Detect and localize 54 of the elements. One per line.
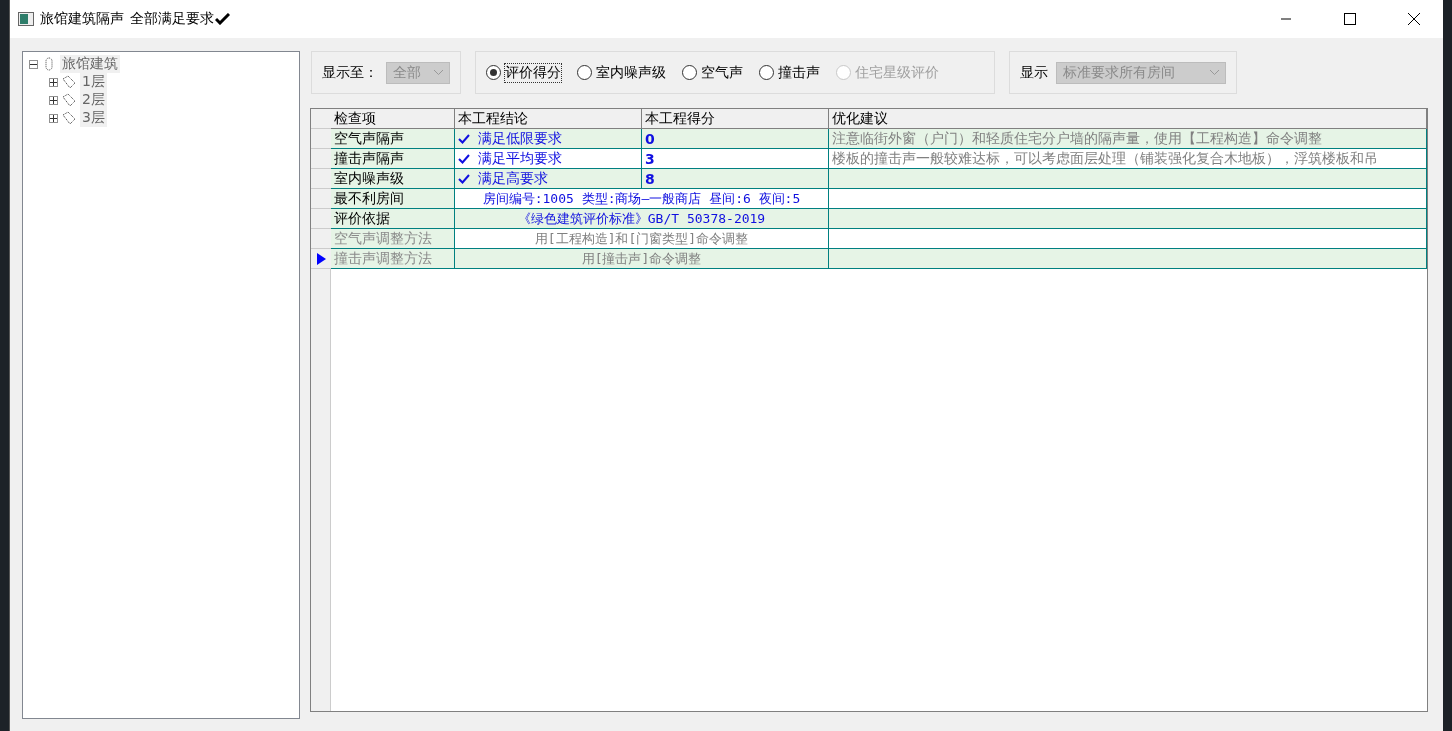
app-icon — [18, 12, 34, 26]
radio-option[interactable]: 室内噪声级 — [577, 63, 666, 82]
table-cell: 最不利房间 — [331, 189, 455, 209]
table-cell: 楼板的撞击声一般较难达标，可以考虑面层处理（铺装强化复合木地板），浮筑楼板和吊 — [829, 149, 1427, 169]
radio-option[interactable]: 撞击声 — [759, 63, 820, 82]
plus-icon — [50, 114, 57, 122]
table-cell: 空气声隔声 — [331, 129, 455, 149]
table-cell: 撞击声隔声 — [331, 149, 455, 169]
show-to-label: 显示至： — [322, 63, 378, 82]
table-cell: 评价依据 — [331, 209, 455, 229]
column-header: 检查项 — [331, 109, 455, 129]
collapse-toggle[interactable] — [29, 59, 38, 69]
expand-toggle[interactable] — [49, 113, 58, 123]
expand-toggle[interactable] — [49, 77, 58, 87]
table-cell: 空气声调整方法 — [331, 229, 455, 249]
display-label: 显示 — [1020, 63, 1048, 82]
window-status: 全部满足要求 — [130, 10, 214, 28]
radio-option[interactable]: 评价得分 — [486, 63, 561, 82]
chevron-down-icon — [1210, 70, 1219, 75]
corner-header — [311, 109, 331, 129]
window-title: 旅馆建筑隔声 — [40, 10, 124, 28]
table-cell: 《绿色建筑评价标准》GB/T 50378-2019 — [455, 209, 829, 229]
conclusion-text: 满足低限要求 — [478, 129, 562, 148]
chevron-down-icon — [434, 70, 443, 75]
conclusion-text: 满足高要求 — [478, 169, 548, 188]
table-cell: 室内噪声级 — [331, 169, 455, 189]
table-cell: 3 — [642, 149, 829, 169]
table-cell: 撞击声调整方法 — [331, 249, 455, 269]
plus-icon — [50, 78, 57, 86]
column-header: 本工程得分 — [642, 109, 829, 129]
conclusion-text: 满足平均要求 — [478, 149, 562, 168]
table-cell: 0 — [642, 129, 829, 149]
column-header: 本工程结论 — [455, 109, 642, 129]
close-icon — [1408, 13, 1420, 25]
tree-item[interactable]: 旅馆建筑 — [60, 55, 120, 73]
maximize-icon — [1344, 13, 1356, 25]
current-row-icon — [316, 252, 326, 265]
tag-icon — [61, 111, 77, 125]
tree-item[interactable]: 2层 — [80, 91, 107, 109]
minimize-icon — [1281, 18, 1291, 20]
radio-option[interactable]: 空气声 — [682, 63, 743, 82]
expand-toggle[interactable] — [49, 95, 58, 105]
tag-icon — [61, 75, 77, 89]
check-icon — [215, 13, 230, 25]
column-header: 优化建议 — [829, 109, 1427, 129]
plus-icon — [50, 96, 57, 104]
table-cell: 用[撞击声]命令调整 — [455, 249, 829, 269]
tree-item[interactable]: 3层 — [80, 109, 107, 127]
tag-icon — [61, 93, 77, 107]
tree-item[interactable]: 1层 — [80, 73, 107, 91]
table-cell: 注意临街外窗（户门）和轻质住宅分户墙的隔声量，使用【工程构造】命令调整 — [829, 129, 1427, 149]
table-cell: 用[工程构造]和[门窗类型]命令调整 — [455, 229, 829, 249]
table-cell: 房间编号:1005 类型:商场—一般商店 昼间:6 夜间:5 — [455, 189, 829, 209]
table-cell: 8 — [642, 169, 829, 189]
